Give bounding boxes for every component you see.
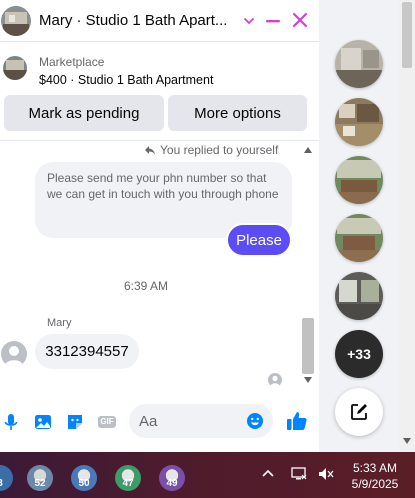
message-input[interactable]: Aa bbox=[129, 404, 273, 438]
new-message-button[interactable] bbox=[335, 388, 383, 436]
replied-note-text: You replied to yourself bbox=[160, 143, 279, 157]
message-timestamp: 6:39 AM bbox=[123, 279, 169, 293]
message-placeholder: Aa bbox=[139, 413, 158, 430]
message-composer: GIF Aa bbox=[0, 398, 319, 446]
scroll-up-arrow-icon[interactable] bbox=[304, 147, 312, 153]
more-chats-button[interactable]: +33 bbox=[335, 330, 383, 378]
received-message[interactable]: 3312394557 bbox=[35, 334, 139, 369]
chevron-up-icon[interactable] bbox=[262, 468, 274, 478]
chevron-down-icon[interactable] bbox=[242, 14, 256, 28]
taskbar-badge: 3 bbox=[0, 478, 12, 489]
minimize-icon[interactable] bbox=[265, 14, 281, 28]
clock-time: 5:33 AM bbox=[352, 461, 398, 475]
chat-window: Mary · Studio 1 Bath Apart... Marketplac… bbox=[0, 0, 319, 452]
compose-icon bbox=[351, 404, 367, 420]
listing-title: $400 · Studio 1 Bath Apartment bbox=[39, 73, 214, 87]
seen-indicator bbox=[268, 373, 282, 387]
taskbar-badge: 50 bbox=[78, 478, 90, 489]
marketplace-listing[interactable]: Marketplace $400 · Studio 1 Bath Apartme… bbox=[0, 49, 319, 89]
clock-date: 5/9/2025 bbox=[351, 477, 399, 491]
taskbar-badge: 52 bbox=[34, 478, 46, 489]
chat-head[interactable] bbox=[335, 214, 383, 262]
chat-header: Mary · Studio 1 Bath Apart... bbox=[0, 0, 319, 42]
chat-scrollbar[interactable] bbox=[300, 143, 316, 389]
network-icon[interactable] bbox=[291, 466, 307, 482]
replied-note: You replied to yourself bbox=[144, 143, 278, 157]
chat-head[interactable] bbox=[335, 40, 383, 88]
taskbar: 3 52 50 47 49 5:33 AM 5/9/2025 bbox=[0, 452, 415, 498]
volume-muted-icon[interactable] bbox=[318, 466, 334, 482]
contact-avatar[interactable] bbox=[1, 5, 31, 36]
taskbar-badge: 49 bbox=[166, 478, 178, 489]
close-icon[interactable] bbox=[292, 12, 308, 28]
mark-as-pending-button[interactable]: Mark as pending bbox=[4, 95, 164, 131]
sticker-icon[interactable] bbox=[65, 412, 85, 432]
photo-icon[interactable] bbox=[33, 412, 53, 432]
page-scroll-down-icon[interactable] bbox=[403, 438, 411, 444]
chat-heads-column: +33 bbox=[319, 0, 399, 452]
sent-message[interactable]: Please bbox=[226, 223, 292, 257]
chat-head[interactable] bbox=[335, 98, 383, 146]
taskbar-badge: 47 bbox=[122, 478, 134, 489]
chat-head[interactable] bbox=[335, 156, 383, 204]
listing-category: Marketplace bbox=[39, 55, 105, 69]
chat-head[interactable] bbox=[335, 272, 383, 320]
sender-name: Mary bbox=[47, 317, 72, 329]
listing-thumbnail bbox=[3, 56, 27, 80]
page-scrollbar-thumb[interactable] bbox=[402, 2, 412, 68]
scroll-down-arrow-icon[interactable] bbox=[304, 377, 312, 383]
like-icon[interactable] bbox=[286, 410, 308, 432]
more-chats-count: +33 bbox=[347, 346, 371, 362]
more-options-button[interactable]: More options bbox=[168, 95, 307, 131]
gif-icon[interactable]: GIF bbox=[97, 412, 117, 432]
page-scrollbar[interactable] bbox=[399, 0, 415, 452]
sender-avatar[interactable] bbox=[1, 341, 27, 367]
mic-icon[interactable] bbox=[1, 412, 21, 432]
divider bbox=[0, 140, 319, 141]
chat-scrollbar-thumb[interactable] bbox=[302, 318, 314, 374]
reply-icon bbox=[145, 145, 155, 155]
gif-label: GIF bbox=[100, 417, 114, 426]
emoji-icon[interactable] bbox=[246, 412, 264, 430]
chat-title[interactable]: Mary · Studio 1 Bath Apart... bbox=[39, 12, 234, 29]
taskbar-clock[interactable]: 5:33 AM 5/9/2025 bbox=[343, 460, 407, 492]
